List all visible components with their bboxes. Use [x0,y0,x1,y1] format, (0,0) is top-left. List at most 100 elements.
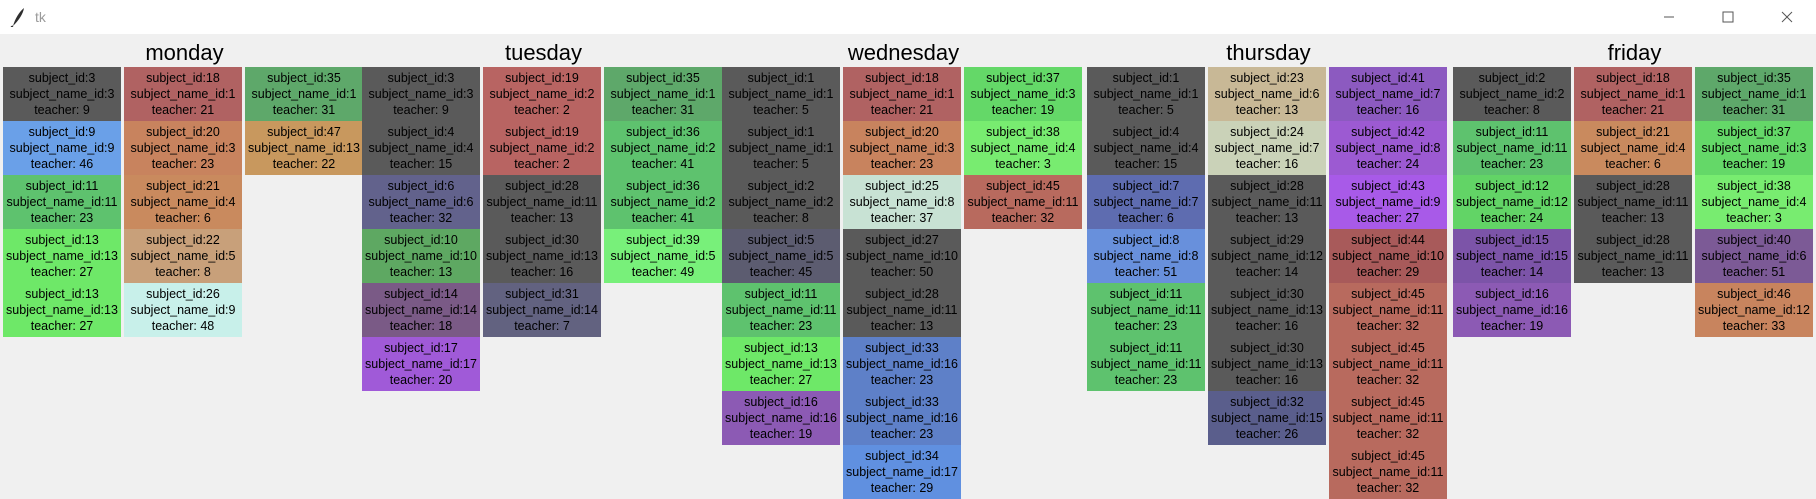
teacher-label: teacher: 13 [510,211,574,225]
subject-name-id-label: subject_name_id:12 [1698,303,1810,317]
teacher-label: teacher: 23 [1114,319,1178,333]
teacher-label: teacher: 6 [1118,211,1174,225]
subject-id-label: subject_id:9 [28,125,96,139]
subject-name-id-label: subject_name_id:4 [970,141,1076,155]
subject-id-label: subject_id:32 [1230,395,1304,409]
subject-id-label: subject_id:13 [744,341,818,355]
teacher-label: teacher: 6 [155,211,211,225]
subject-id-label: subject_id:11 [1109,341,1183,355]
subject-name-id-label: subject_name_id:11 [1332,465,1444,479]
subject-cell: subject_id:4 subject_name_id:4 teacher: 15 [1087,121,1205,175]
teacher-label: teacher: 27 [749,373,813,387]
subject-name-id-label: subject_name_id:4 [130,195,236,209]
subject-name-id-label: subject_name_id:6 [1214,87,1320,101]
teacher-label: teacher: 14 [1480,265,1544,279]
teacher-label: teacher: 31 [631,103,695,117]
teacher-label: teacher: 21 [870,103,934,117]
subject-id-label: subject_id:25 [865,179,939,193]
subject-id-label: subject_id:37 [986,71,1060,85]
teacher-label: teacher: 23 [870,373,934,387]
subject-cell: subject_id:45 subject_name_id:11 teacher: … [1329,445,1447,499]
teacher-label: teacher: 32 [1356,481,1420,495]
subject-id-label: subject_id:44 [1351,233,1425,247]
teacher-label: teacher: 18 [389,319,453,333]
subject-cell: subject_id:4 subject_name_id:4 teacher: 15 [362,121,480,175]
subject-name-id-label: subject_name_id:2 [489,141,595,155]
close-button[interactable] [1762,0,1812,34]
subject-cell: subject_id:37 subject_name_id:3 teacher: 1… [964,67,1082,121]
subject-cell: subject_id:30 subject_name_id:13 teacher: … [1208,283,1326,337]
subject-id-label: subject_id:40 [1717,233,1791,247]
subject-cell: subject_id:28 subject_name_id:11 teacher: … [483,175,601,229]
teacher-label: teacher: 9 [34,103,90,117]
subject-id-label: subject_id:33 [865,341,939,355]
day-column: subject_id:18 subject_name_id:1 teacher: 2… [843,67,961,499]
subject-cell: subject_id:19 subject_name_id:2 teacher: 2 [483,67,601,121]
subject-id-label: subject_id:45 [1351,341,1425,355]
day-column: subject_id:18 subject_name_id:1 teacher: 2… [1574,67,1692,283]
teacher-label: teacher: 13 [870,319,934,333]
subject-id-label: subject_id:18 [146,71,220,85]
subject-cell: subject_id:33 subject_name_id:16 teacher: … [843,337,961,391]
subject-cell: subject_id:44 subject_name_id:10 teacher: … [1329,229,1447,283]
subject-cell: subject_id:30 subject_name_id:13 teacher: … [483,229,601,283]
subject-id-label: subject_id:8 [1112,233,1180,247]
teacher-label: teacher: 49 [631,265,695,279]
subject-id-label: subject_id:35 [626,71,700,85]
maximize-button[interactable] [1703,0,1753,34]
teacher-label: teacher: 51 [1114,265,1178,279]
subject-name-id-label: subject_name_id:16 [725,411,837,425]
subject-cell: subject_id:28 subject_name_id:11 teacher: … [1208,175,1326,229]
feather-icon [10,8,24,27]
subject-cell: subject_id:11 subject_name_id:11 teacher: … [722,283,840,337]
teacher-label: teacher: 32 [991,211,1055,225]
subject-cell: subject_id:13 subject_name_id:13 teacher: … [3,283,121,337]
subject-id-label: subject_id:45 [1351,449,1425,463]
subject-cell: subject_id:36 subject_name_id:2 teacher: 4… [604,175,722,229]
subject-cell: subject_id:45 subject_name_id:11 teacher: … [1329,337,1447,391]
window-titlebar: tk [0,0,1816,34]
subject-id-label: subject_id:35 [1717,71,1791,85]
teacher-label: teacher: 13 [1601,265,1665,279]
subject-cell: subject_id:1 subject_name_id:1 teacher: 5 [722,67,840,121]
teacher-label: teacher: 3 [995,157,1051,171]
subject-cell: subject_id:45 subject_name_id:11 teacher: … [1329,283,1447,337]
subject-name-id-label: subject_name_id:11 [846,303,958,317]
subject-name-id-label: subject_name_id:17 [846,465,958,479]
subject-name-id-label: subject_name_id:14 [365,303,477,317]
minimize-button[interactable] [1644,0,1694,34]
subject-name-id-label: subject_name_id:1 [251,87,357,101]
subject-name-id-label: subject_name_id:11 [1456,141,1568,155]
subject-name-id-label: subject_name_id:11 [1332,357,1444,371]
teacher-label: teacher: 15 [389,157,453,171]
subject-cell: subject_id:8 subject_name_id:8 teacher: 51 [1087,229,1205,283]
subject-name-id-label: subject_name_id:11 [967,195,1079,209]
subject-cell: subject_id:40 subject_name_id:6 teacher: 5… [1695,229,1813,283]
subject-name-id-label: subject_name_id:15 [1211,411,1323,425]
teacher-label: teacher: 8 [753,211,809,225]
teacher-label: teacher: 8 [155,265,211,279]
subject-cell: subject_id:37 subject_name_id:3 teacher: 1… [1695,121,1813,175]
teacher-label: teacher: 2 [514,157,570,171]
subject-name-id-label: subject_name_id:10 [1332,249,1444,263]
teacher-label: teacher: 5 [753,157,809,171]
teacher-label: teacher: 46 [30,157,94,171]
teacher-label: teacher: 32 [1356,319,1420,333]
subject-cell: subject_id:10 subject_name_id:10 teacher: … [362,229,480,283]
teacher-label: teacher: 29 [870,481,934,495]
subject-cell: subject_id:28 subject_name_id:11 teacher: … [843,283,961,337]
subject-name-id-label: subject_name_id:10 [846,249,958,263]
subject-cell: subject_id:21 subject_name_id:4 teacher: 6 [124,175,242,229]
subject-name-id-label: subject_name_id:11 [1090,303,1202,317]
subject-cell: subject_id:35 subject_name_id:1 teacher: 3… [604,67,722,121]
subject-name-id-label: subject_name_id:9 [9,141,115,155]
subject-id-label: subject_id:26 [146,287,220,301]
teacher-label: teacher: 14 [1235,265,1299,279]
subject-id-label: subject_id:38 [986,125,1060,139]
subject-name-id-label: subject_name_id:1 [1580,87,1686,101]
subject-cell: subject_id:43 subject_name_id:9 teacher: 2… [1329,175,1447,229]
teacher-label: teacher: 19 [991,103,1055,117]
day-column: subject_id:35 subject_name_id:1 teacher: 3… [245,67,363,175]
subject-cell: subject_id:6 subject_name_id:6 teacher: 32 [362,175,480,229]
subject-id-label: subject_id:16 [1475,287,1549,301]
